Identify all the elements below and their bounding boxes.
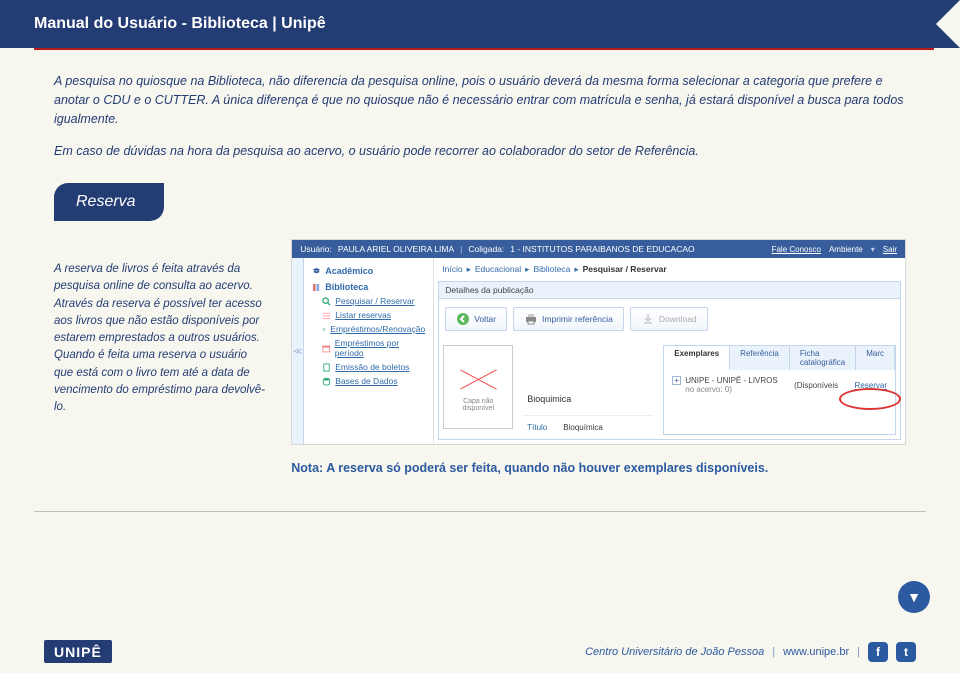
sidebar-group-academico[interactable]: Acadêmico [310, 262, 427, 278]
app-body: ≪ Acadêmico Biblioteca Pesquisar / Re [292, 258, 905, 444]
breadcrumb-biblioteca[interactable]: Biblioteca [533, 264, 570, 275]
chevron-down-icon: ▼ [907, 589, 921, 605]
sidebar: Acadêmico Biblioteca Pesquisar / Reserva… [304, 258, 434, 444]
title-value-center: Bioquimica [523, 391, 653, 407]
footer: UNIPÊ Centro Universitário de João Pesso… [0, 640, 960, 663]
footer-divider [34, 511, 926, 512]
twitter-icon[interactable]: t [896, 642, 916, 662]
sidebar-group-biblioteca-label: Biblioteca [325, 282, 368, 292]
voltar-button[interactable]: Voltar [445, 307, 507, 331]
sidebar-item-bases[interactable]: Bases de Dados [310, 374, 427, 388]
detail-tabs: Exemplares Referência Ficha catalográfic… [664, 346, 895, 370]
exemplar-acervo: no acervo: 0) [685, 385, 777, 394]
sidebar-item-label: Empréstimos por período [335, 338, 425, 358]
scroll-down-button[interactable]: ▼ [898, 581, 930, 613]
database-icon [322, 377, 331, 386]
topbar-user-value: PAULA ARIEL OLIVEIRA LIMA [338, 244, 454, 254]
sidebar-item-label: Listar reservas [335, 310, 391, 320]
two-column-layout: A reserva de livros é feita através da p… [54, 239, 906, 475]
app-topbar: Usuário: PAULA ARIEL OLIVEIRA LIMA | Col… [292, 240, 905, 258]
page-content: A pesquisa no quiosque na Biblioteca, nã… [0, 50, 960, 485]
sidebar-item-emprestimos[interactable]: Empréstimos/Renovação [310, 322, 427, 336]
breadcrumb-current: Pesquisar / Reservar [583, 264, 667, 275]
exemplar-location: UNIPE - UNIPÊ - LIVROS [685, 376, 777, 385]
intro-paragraph-1: A pesquisa no quiosque na Biblioteca, nã… [54, 72, 906, 128]
download-icon [641, 312, 655, 326]
title-field-block: Bioquimica Título Bioquímica [523, 345, 653, 435]
download-label: Download [659, 314, 697, 324]
search-icon [322, 297, 331, 306]
calendar-icon [322, 344, 331, 353]
panel-title: Detalhes da publicação [438, 281, 901, 299]
book-icon [312, 283, 321, 292]
download-button: Download [630, 307, 708, 331]
sidebar-item-emprestimos-periodo[interactable]: Empréstimos por período [310, 336, 427, 360]
breadcrumb-inicio[interactable]: Início [442, 264, 462, 275]
footer-right: Centro Universitário de João Pessoa | ww… [585, 642, 916, 662]
annotation-circle [839, 388, 901, 410]
titulo-field-value: Bioquímica [559, 420, 607, 435]
sidebar-item-label: Pesquisar / Reservar [335, 296, 414, 306]
footer-logo: UNIPÊ [44, 640, 112, 663]
intro-paragraph-2: Em caso de dúvidas na hora da pesquisa a… [54, 142, 906, 161]
refresh-icon [322, 325, 326, 334]
imprimir-label: Imprimir referência [542, 314, 613, 324]
imprimir-button[interactable]: Imprimir referência [513, 307, 624, 331]
topbar-left: Usuário: PAULA ARIEL OLIVEIRA LIMA | Col… [300, 244, 694, 254]
page-header: Manual do Usuário - Biblioteca | Unipê [0, 0, 960, 48]
footer-url[interactable]: www.unipe.br [783, 646, 849, 658]
sidebar-item-listar[interactable]: Listar reservas [310, 308, 427, 322]
expand-icon[interactable]: + [672, 376, 681, 385]
thumb-line2: disponível [462, 405, 494, 412]
voltar-label: Voltar [474, 314, 496, 324]
exemplares-panel: Exemplares Referência Ficha catalográfic… [663, 345, 896, 435]
tab-referencia[interactable]: Referência [730, 346, 790, 370]
link-fale-conosco[interactable]: Fale Conosco [772, 245, 821, 254]
sidebar-group-biblioteca[interactable]: Biblioteca [310, 278, 427, 294]
sidebar-item-pesquisar[interactable]: Pesquisar / Reservar [310, 294, 427, 308]
page-title: Manual do Usuário - Biblioteca | Unipê [0, 15, 326, 33]
back-arrow-icon [456, 312, 470, 326]
exemplar-disponiveis: (Disponíveis [794, 381, 838, 390]
sidebar-item-label: Empréstimos/Renovação [330, 324, 425, 334]
breadcrumb-educacional[interactable]: Educacional [475, 264, 521, 275]
sidebar-item-boletos[interactable]: Emissão de boletos [310, 360, 427, 374]
topbar-user-label: Usuário: [300, 244, 332, 254]
link-sair[interactable]: Sair [883, 245, 897, 254]
section-banner-reserva: Reserva [54, 183, 164, 221]
footer-logo-text: UNIPÊ [54, 644, 102, 660]
facebook-icon[interactable]: f [868, 642, 888, 662]
breadcrumb: Início▸ Educacional▸ Biblioteca▸ Pesquis… [438, 262, 901, 281]
tab-exemplares[interactable]: Exemplares [664, 346, 730, 370]
titulo-field-label: Título [523, 420, 551, 435]
main-panel: Início▸ Educacional▸ Biblioteca▸ Pesquis… [434, 258, 905, 444]
sidebar-item-label: Bases de Dados [335, 376, 397, 386]
header-notch [936, 0, 960, 48]
topbar-coligada-value: 1 - INSTITUTOS PARAIBANOS DE EDUCACAO [510, 244, 694, 254]
sidebar-collapse-handle[interactable]: ≪ [292, 258, 304, 444]
cover-thumbnail: Capa não disponível [443, 345, 513, 429]
thumb-line1: Capa não [463, 398, 493, 405]
sidebar-group-academico-label: Acadêmico [325, 266, 373, 276]
receipt-icon [322, 363, 331, 372]
tab-ficha[interactable]: Ficha catalográfica [790, 346, 856, 370]
library-app-screenshot: Usuário: PAULA ARIEL OLIVEIRA LIMA | Col… [291, 239, 906, 445]
link-ambiente[interactable]: Ambiente [829, 245, 863, 254]
printer-icon [524, 312, 538, 326]
footer-center-name: Centro Universitário de João Pessoa [585, 646, 764, 658]
cap-icon [312, 267, 321, 276]
action-bar: Voltar Imprimir referência Download [443, 303, 896, 339]
list-icon [322, 311, 331, 320]
section-body: A reserva de livros é feita através da p… [54, 239, 267, 475]
screenshot-container: Usuário: PAULA ARIEL OLIVEIRA LIMA | Col… [291, 239, 906, 475]
detail-row: Capa não disponível Bioquimica Título [443, 345, 896, 435]
panel-body: Voltar Imprimir referência Download [438, 299, 901, 440]
sidebar-item-label: Emissão de boletos [335, 362, 409, 372]
topbar-right: Fale Conosco Ambiente ▾ Sair [772, 245, 897, 254]
note-text: Nota: A reserva só poderá ser feita, qua… [291, 461, 906, 475]
tab-marc[interactable]: Marc [856, 346, 895, 370]
topbar-coligada-label: Coligada: [468, 244, 504, 254]
